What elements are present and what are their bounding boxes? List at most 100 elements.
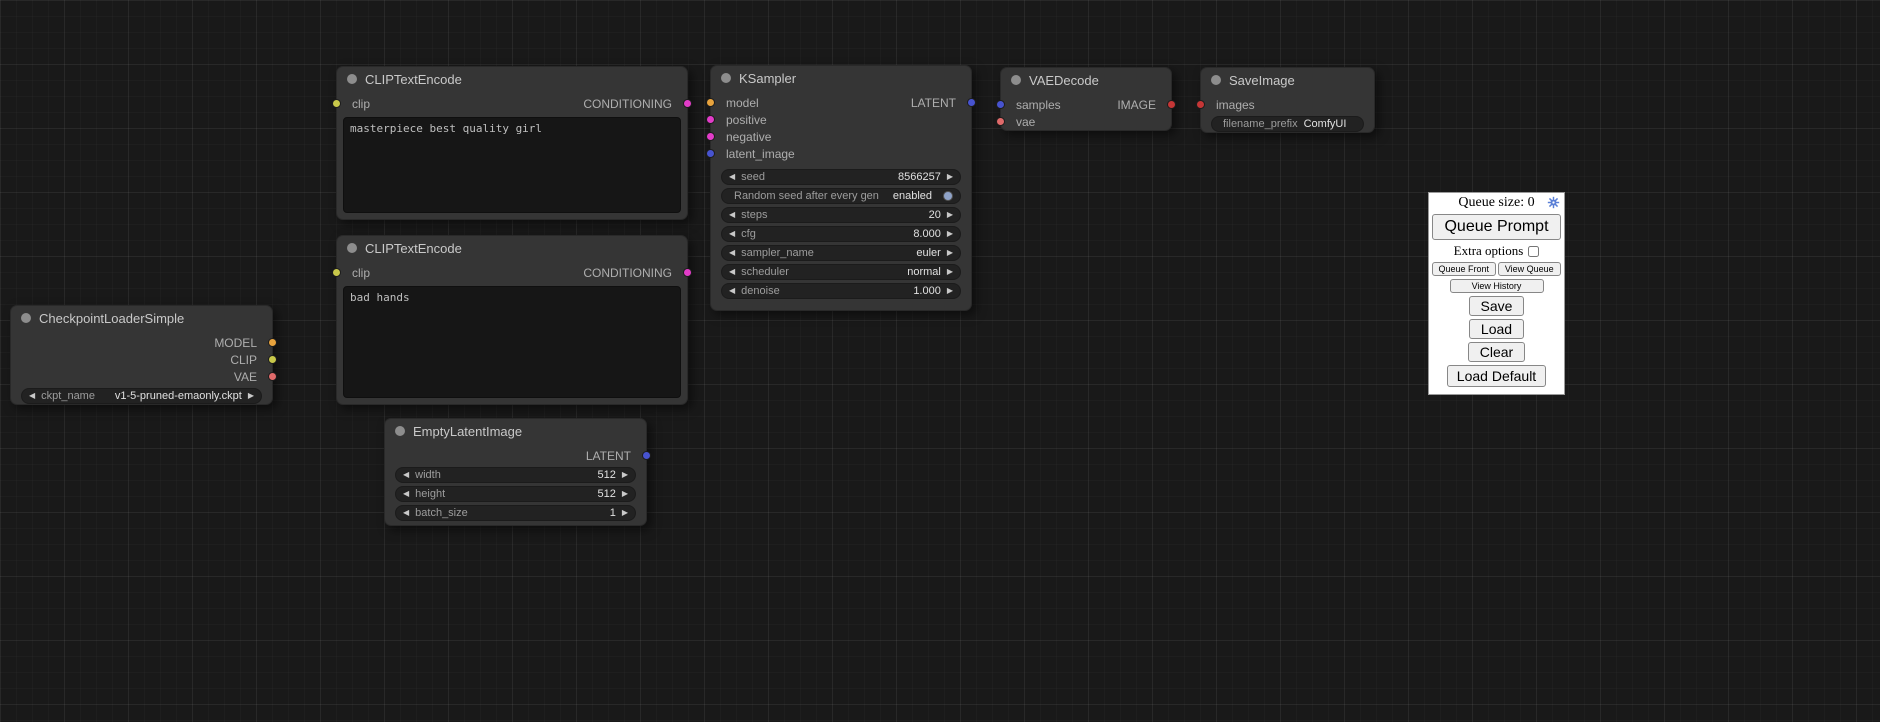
widget-value: enabled bbox=[893, 190, 932, 202]
widget-left-arrow-icon[interactable]: ◀ bbox=[403, 509, 409, 517]
clip-output-dot[interactable] bbox=[268, 355, 277, 364]
vae-input-label: vae bbox=[1001, 115, 1035, 129]
model-output-dot[interactable] bbox=[268, 338, 277, 347]
widget-value: ComfyUI bbox=[1304, 118, 1347, 130]
node-title-bar[interactable]: CLIPTextEncode bbox=[337, 67, 687, 91]
load-default-button[interactable]: Load Default bbox=[1447, 365, 1546, 387]
widget-left-arrow-icon[interactable]: ◀ bbox=[729, 173, 735, 181]
extra-options-checkbox[interactable] bbox=[1528, 246, 1539, 257]
widget-left-arrow-icon[interactable]: ◀ bbox=[729, 230, 735, 238]
node-title-bar[interactable]: VAEDecode bbox=[1001, 68, 1171, 92]
widget-right-arrow-icon[interactable]: ▶ bbox=[622, 509, 628, 517]
width-widget[interactable]: ◀ width 512 ▶ bbox=[395, 467, 636, 483]
clip-input-dot[interactable] bbox=[332, 268, 341, 277]
slot-row: VAE bbox=[11, 368, 272, 385]
widget-right-arrow-icon[interactable]: ▶ bbox=[947, 211, 953, 219]
ksampler-node[interactable]: KSampler model LATENT positive negative … bbox=[710, 65, 972, 311]
model-input-dot[interactable] bbox=[706, 98, 715, 107]
toggle-dot-icon[interactable] bbox=[943, 191, 953, 201]
widget-left-arrow-icon[interactable]: ◀ bbox=[403, 490, 409, 498]
widget-left-arrow-icon[interactable]: ◀ bbox=[29, 392, 35, 400]
widget-right-arrow-icon[interactable]: ▶ bbox=[947, 249, 953, 257]
sampler-name-widget[interactable]: ◀ sampler_name euler ▶ bbox=[721, 245, 961, 261]
conditioning-output-label: CONDITIONING bbox=[583, 266, 687, 280]
steps-widget[interactable]: ◀ steps 20 ▶ bbox=[721, 207, 961, 223]
random-seed-toggle-widget[interactable]: Random seed after every gen enabled bbox=[721, 188, 961, 204]
widget-left-arrow-icon[interactable]: ◀ bbox=[729, 287, 735, 295]
load-button[interactable]: Load bbox=[1469, 319, 1524, 339]
vae-output-dot[interactable] bbox=[268, 372, 277, 381]
conditioning-output-dot[interactable] bbox=[683, 268, 692, 277]
cfg-widget[interactable]: ◀ cfg 8.000 ▶ bbox=[721, 226, 961, 242]
vae-decode-node[interactable]: VAEDecode samples IMAGE vae bbox=[1000, 67, 1172, 131]
samples-input-dot[interactable] bbox=[996, 100, 1005, 109]
view-queue-button[interactable]: View Queue bbox=[1498, 262, 1562, 276]
link-clip-positive bbox=[266, 101, 300, 150]
image-output-dot[interactable] bbox=[1167, 100, 1176, 109]
node-title-bar[interactable]: CheckpointLoaderSimple bbox=[11, 306, 272, 330]
widget-right-arrow-icon[interactable]: ▶ bbox=[622, 490, 628, 498]
widget-left-arrow-icon[interactable]: ◀ bbox=[729, 249, 735, 257]
latent-output-dot[interactable] bbox=[967, 98, 976, 107]
queue-size-label: Queue size: 0 bbox=[1458, 195, 1534, 211]
empty-latent-image-node[interactable]: EmptyLatentImage LATENT ◀ width 512 ▶ ◀ … bbox=[384, 418, 647, 526]
node-status-dot-icon bbox=[395, 426, 405, 436]
slot-row: latent_image bbox=[711, 145, 971, 162]
slot-row: model LATENT bbox=[711, 94, 971, 111]
clear-button[interactable]: Clear bbox=[1468, 342, 1525, 362]
conditioning-output-dot[interactable] bbox=[683, 99, 692, 108]
widget-label: Random seed after every gen bbox=[729, 190, 879, 202]
widget-value: 8566257 bbox=[898, 171, 941, 183]
queue-size-row: Queue size: 0 bbox=[1432, 195, 1561, 211]
view-history-button[interactable]: View History bbox=[1450, 279, 1544, 293]
clip-output-label: CLIP bbox=[230, 353, 272, 367]
widget-value: 1.000 bbox=[913, 285, 941, 297]
negative-prompt-textarea[interactable]: bad hands bbox=[343, 286, 681, 398]
negative-input-dot[interactable] bbox=[706, 132, 715, 141]
widget-right-arrow-icon[interactable]: ▶ bbox=[947, 230, 953, 238]
link-model bbox=[266, 101, 300, 150]
settings-gear-icon[interactable] bbox=[1547, 196, 1560, 209]
node-title-bar[interactable]: CLIPTextEncode bbox=[337, 236, 687, 260]
node-title-bar[interactable]: SaveImage bbox=[1201, 68, 1374, 92]
node-title: CheckpointLoaderSimple bbox=[39, 311, 184, 326]
widget-right-arrow-icon[interactable]: ▶ bbox=[947, 287, 953, 295]
ckpt-name-widget[interactable]: ◀ ckpt_name v1-5-pruned-emaonly.ckpt ▶ bbox=[21, 388, 262, 404]
latent-image-input-dot[interactable] bbox=[706, 149, 715, 158]
widget-left-arrow-icon[interactable]: ◀ bbox=[729, 211, 735, 219]
queue-front-button[interactable]: Queue Front bbox=[1432, 262, 1496, 276]
clip-text-encode-positive-node[interactable]: CLIPTextEncode clip CONDITIONING masterp… bbox=[336, 66, 688, 220]
batch-size-widget[interactable]: ◀ batch_size 1 ▶ bbox=[395, 505, 636, 521]
checkpoint-loader-node[interactable]: CheckpointLoaderSimple MODEL CLIP VAE ◀ … bbox=[10, 305, 273, 405]
positive-prompt-textarea[interactable]: masterpiece best quality girl bbox=[343, 117, 681, 213]
save-button[interactable]: Save bbox=[1469, 296, 1525, 316]
clip-text-encode-negative-node[interactable]: CLIPTextEncode clip CONDITIONING bad han… bbox=[336, 235, 688, 405]
node-title-bar[interactable]: KSampler bbox=[711, 66, 971, 90]
widget-left-arrow-icon[interactable]: ◀ bbox=[403, 471, 409, 479]
node-title-bar[interactable]: EmptyLatentImage bbox=[385, 419, 646, 443]
positive-input-dot[interactable] bbox=[706, 115, 715, 124]
scheduler-widget[interactable]: ◀ scheduler normal ▶ bbox=[721, 264, 961, 280]
height-widget[interactable]: ◀ height 512 ▶ bbox=[395, 486, 636, 502]
images-input-dot[interactable] bbox=[1196, 100, 1205, 109]
denoise-widget[interactable]: ◀ denoise 1.000 ▶ bbox=[721, 283, 961, 299]
filename-prefix-widget[interactable]: filename_prefix ComfyUI bbox=[1211, 116, 1364, 132]
vae-input-dot[interactable] bbox=[996, 117, 1005, 126]
widget-right-arrow-icon[interactable]: ▶ bbox=[947, 268, 953, 276]
latent-output-dot[interactable] bbox=[642, 451, 651, 460]
widget-right-arrow-icon[interactable]: ▶ bbox=[947, 173, 953, 181]
widget-value: 20 bbox=[929, 209, 941, 221]
widget-right-arrow-icon[interactable]: ▶ bbox=[248, 392, 254, 400]
clip-input-dot[interactable] bbox=[332, 99, 341, 108]
queue-prompt-button[interactable]: Queue Prompt bbox=[1432, 214, 1561, 240]
widget-left-arrow-icon[interactable]: ◀ bbox=[729, 268, 735, 276]
slot-row: images bbox=[1201, 96, 1374, 113]
widget-right-arrow-icon[interactable]: ▶ bbox=[622, 471, 628, 479]
image-output-label: IMAGE bbox=[1117, 98, 1171, 112]
latent-image-input-label: latent_image bbox=[711, 147, 795, 161]
graph-canvas[interactable]: CheckpointLoaderSimple MODEL CLIP VAE ◀ … bbox=[0, 0, 1880, 722]
seed-widget[interactable]: ◀ seed 8566257 ▶ bbox=[721, 169, 961, 185]
node-title: SaveImage bbox=[1229, 73, 1295, 88]
widget-label: ckpt_name bbox=[41, 390, 95, 402]
save-image-node[interactable]: SaveImage images filename_prefix ComfyUI bbox=[1200, 67, 1375, 133]
